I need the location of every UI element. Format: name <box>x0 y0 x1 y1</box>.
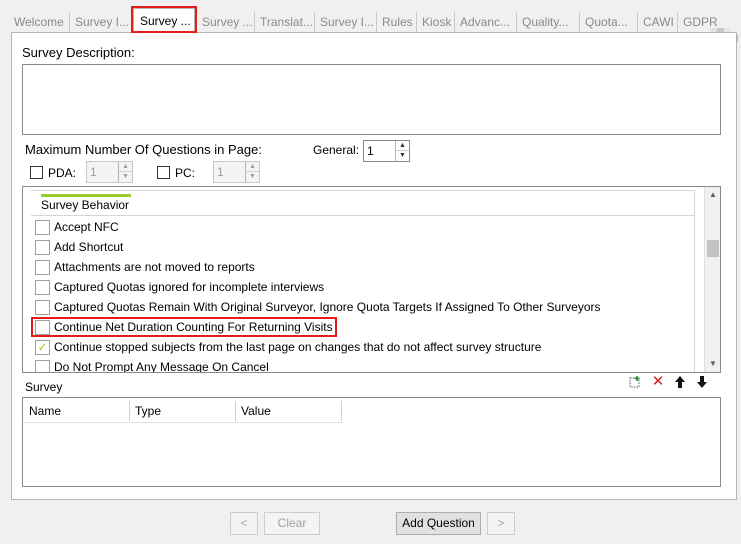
property-checkbox[interactable] <box>35 220 50 235</box>
tab-advanced[interactable]: Advanc... <box>454 12 516 32</box>
tab-kiosk[interactable]: Kiosk <box>416 12 454 32</box>
tab-survey-3[interactable]: Survey ... <box>196 12 254 32</box>
general-stepper[interactable]: 1 ▲ ▼ <box>363 140 410 162</box>
survey-description-label: Survey Description: <box>22 45 135 60</box>
column-header-name[interactable]: Name <box>29 404 61 418</box>
pc-stepper[interactable]: 1 ▲ ▼ <box>213 161 260 183</box>
property-row[interactable]: Do Not Prompt Any Message On Cancel <box>33 357 693 373</box>
stepper-up-icon[interactable]: ▲ <box>396 141 409 151</box>
property-label: Continue Net Duration Counting For Retur… <box>54 320 333 334</box>
property-row[interactable]: Captured Quotas Remain With Original Sur… <box>33 297 693 317</box>
add-question-button[interactable]: Add Question <box>396 512 481 535</box>
property-checkbox[interactable] <box>35 240 50 255</box>
property-label: Captured Quotas ignored for incomplete i… <box>54 280 325 294</box>
property-row[interactable]: Captured Quotas ignored for incomplete i… <box>33 277 693 297</box>
tab-rules[interactable]: Rules <box>376 12 416 32</box>
move-down-icon[interactable] <box>695 375 709 389</box>
tab-survey-settings[interactable]: Survey ... <box>133 8 195 33</box>
stepper-down-icon[interactable]: ▼ <box>396 151 409 161</box>
tab-strip: Welcome Survey I... Survey ... Survey ..… <box>0 0 741 42</box>
tab-quota[interactable]: Quota... <box>579 12 637 32</box>
checkmark-icon[interactable]: ✓ <box>35 340 50 355</box>
scroll-up-icon[interactable]: ▲ <box>705 187 721 203</box>
property-row[interactable]: Add Shortcut <box>33 237 693 257</box>
property-row[interactable]: Attachments are not moved to reports <box>33 257 693 277</box>
property-checkbox[interactable] <box>35 360 50 372</box>
column-separator <box>341 401 342 421</box>
pc-stepper-buttons: ▲ ▼ <box>245 162 259 182</box>
tab-cawi[interactable]: CAWI <box>637 12 677 32</box>
previous-button[interactable]: < <box>230 512 258 535</box>
stepper-up-icon[interactable]: ▲ <box>246 162 259 172</box>
clear-button[interactable]: Clear <box>264 512 320 535</box>
property-checkbox[interactable] <box>35 300 50 315</box>
column-separator <box>129 401 130 421</box>
group-label-survey-behavior: Survey Behavior <box>41 198 130 212</box>
property-label: Continue stopped subjects from the last … <box>54 340 542 354</box>
property-label: Attachments are not moved to reports <box>54 260 255 274</box>
survey-description-input[interactable] <box>22 64 721 135</box>
pda-label: PDA: <box>48 166 77 180</box>
list-divider <box>694 190 695 372</box>
survey-section-label: Survey <box>25 380 63 394</box>
tab-welcome[interactable]: Welcome <box>9 12 69 32</box>
tab-survey-info[interactable]: Survey I... <box>69 12 130 32</box>
property-label: Add Shortcut <box>54 240 124 254</box>
property-checkbox[interactable] <box>35 260 50 275</box>
tab-translations[interactable]: Translat... <box>254 12 314 32</box>
properties-scrollbar[interactable]: ▲ ▼ <box>704 187 720 372</box>
general-label: General: <box>313 143 360 157</box>
property-checkbox[interactable] <box>35 320 50 335</box>
column-separator <box>235 401 236 421</box>
pda-stepper-buttons: ▲ ▼ <box>118 162 132 182</box>
stepper-down-icon[interactable]: ▼ <box>246 172 259 182</box>
add-row-icon[interactable] <box>628 375 642 389</box>
property-row[interactable]: ✓ Continue stopped subjects from the las… <box>33 337 693 357</box>
column-header-value[interactable]: Value <box>241 404 271 418</box>
pda-value: 1 <box>90 165 97 179</box>
scrollbar-thumb[interactable] <box>707 240 719 257</box>
property-label: Accept NFC <box>54 220 119 234</box>
move-up-icon[interactable] <box>673 375 687 389</box>
stepper-down-icon[interactable]: ▼ <box>119 172 132 182</box>
max-questions-label: Maximum Number Of Questions in Page: <box>25 142 262 157</box>
list-divider <box>31 215 695 216</box>
delete-icon[interactable]: ✕ <box>651 374 665 389</box>
stepper-up-icon[interactable]: ▲ <box>119 162 132 172</box>
property-row[interactable]: Accept NFC <box>33 217 693 237</box>
property-row[interactable]: Continue Net Duration Counting For Retur… <box>33 317 693 337</box>
property-label: Do Not Prompt Any Message On Cancel <box>54 360 269 373</box>
next-button[interactable]: > <box>487 512 515 535</box>
survey-properties-list: Survey Behavior Accept NFC Add Shortcut … <box>22 186 721 373</box>
list-divider <box>31 190 695 191</box>
pc-checkbox[interactable] <box>157 166 170 179</box>
property-checkbox[interactable] <box>35 280 50 295</box>
tab-quality[interactable]: Quality... <box>516 12 579 32</box>
pda-checkbox[interactable] <box>30 166 43 179</box>
group-accent-bar <box>41 194 131 197</box>
pc-label: PC: <box>175 166 196 180</box>
general-value: 1 <box>367 144 374 158</box>
pc-value: 1 <box>217 165 224 179</box>
survey-properties-grid[interactable]: Name Type Value <box>22 397 721 487</box>
grid-header-divider <box>23 422 343 423</box>
tab-survey-5[interactable]: Survey I... <box>314 12 376 32</box>
pda-stepper[interactable]: 1 ▲ ▼ <box>86 161 133 183</box>
column-header-type[interactable]: Type <box>135 404 161 418</box>
scroll-down-icon[interactable]: ▼ <box>705 356 721 372</box>
property-label: Captured Quotas Remain With Original Sur… <box>54 300 601 314</box>
general-stepper-buttons: ▲ ▼ <box>395 141 409 161</box>
